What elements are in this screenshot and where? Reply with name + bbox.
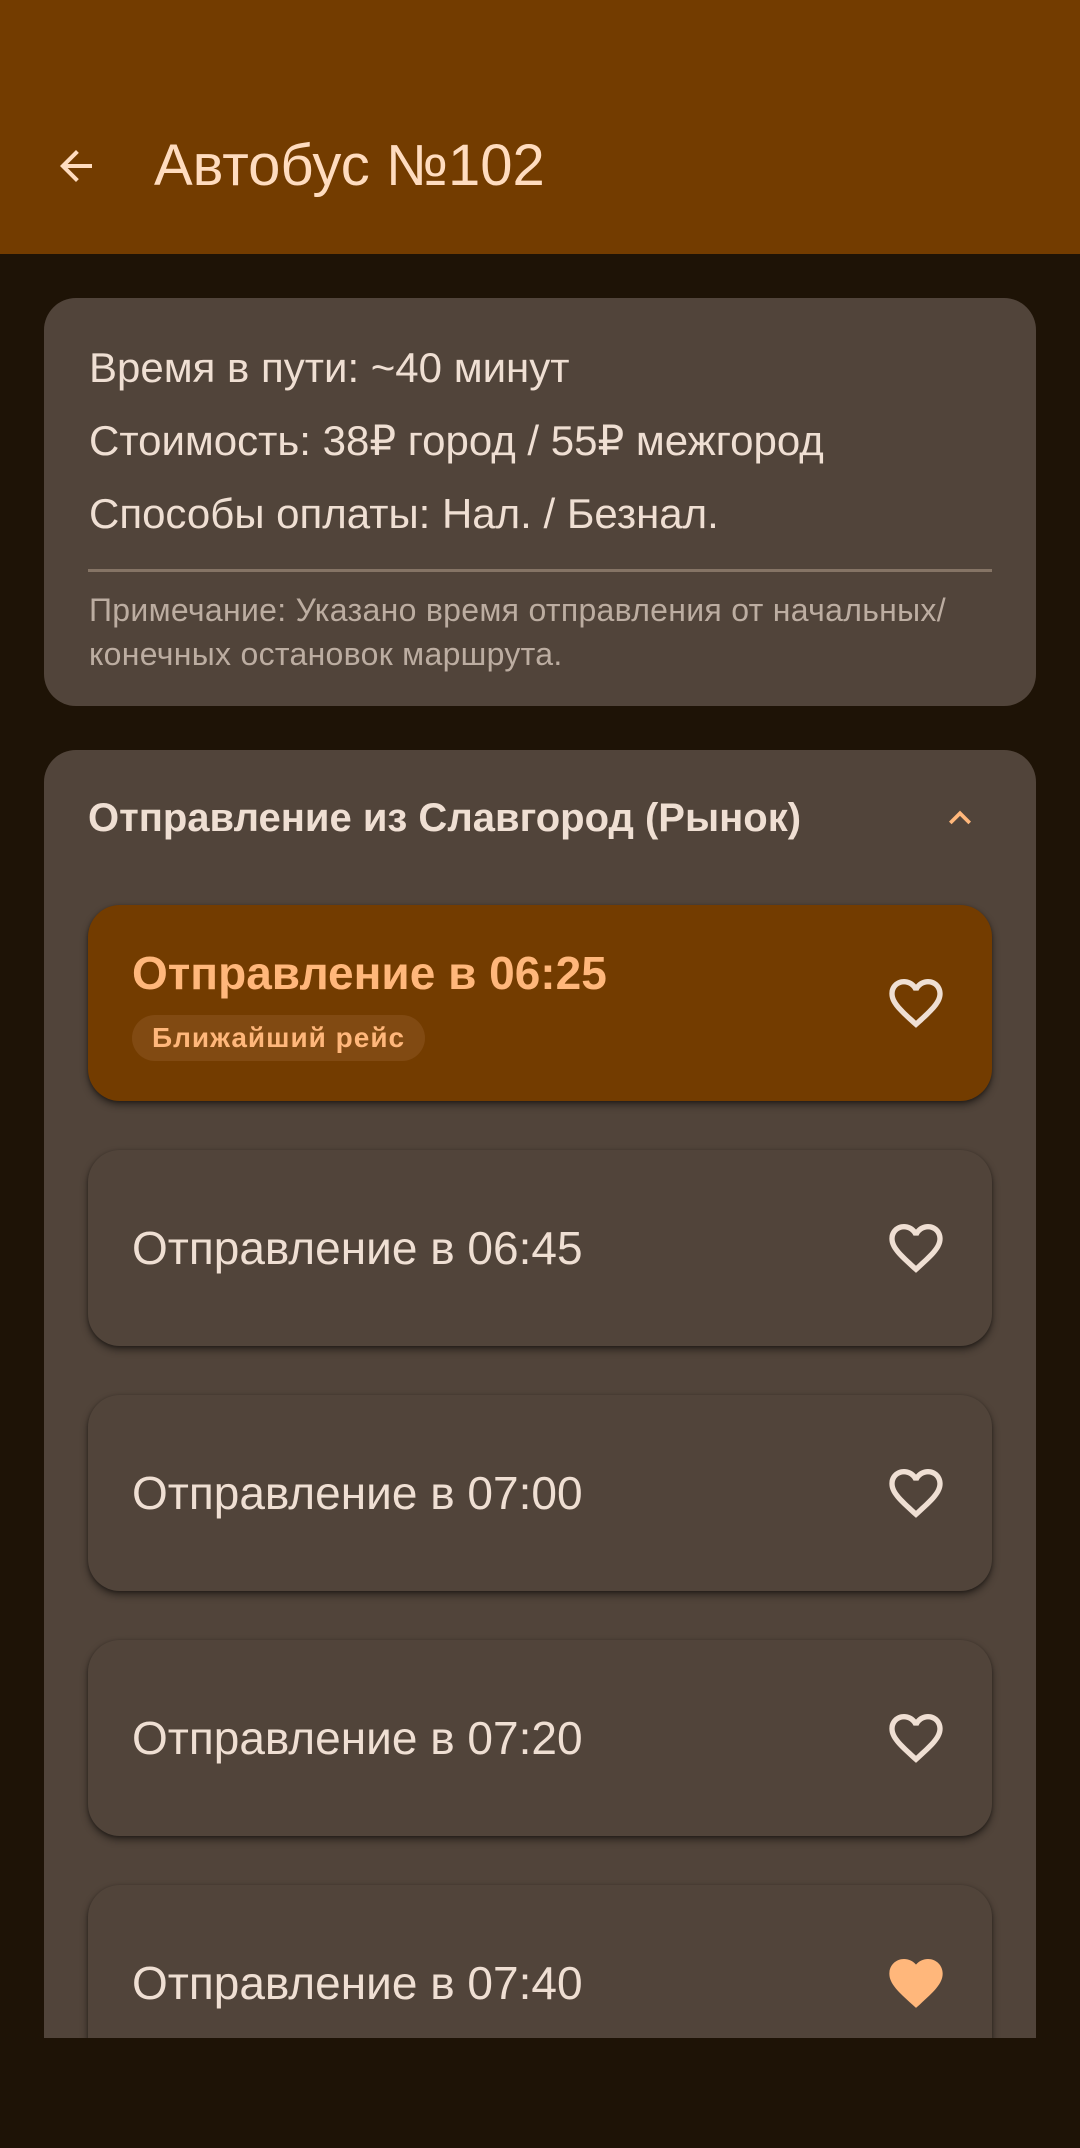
chevron-up-icon: [949, 810, 971, 825]
favorite-button[interactable]: [880, 1947, 952, 2019]
cost-text: Стоимость: 38₽ город / 55₽ межгород: [89, 417, 824, 464]
section-title: Отправление из Славгород (Рынок): [88, 796, 802, 840]
travel-time-text: Время в пути: ~40 минут: [89, 344, 570, 391]
trip-item[interactable]: Отправление в 07:40: [88, 1885, 992, 2038]
heart-outline-icon: [889, 979, 943, 1028]
page-title: Автобус №102: [154, 133, 545, 198]
info-divider: [88, 569, 992, 572]
departures-section: Отправление из Славгород (Рынок) Отправл…: [44, 750, 1036, 2038]
schedule-note: Примечание: Указано время отправления от…: [89, 592, 946, 672]
trip-time-label: Отправление в 06:25: [132, 947, 607, 999]
back-button[interactable]: [40, 130, 112, 202]
trip-item[interactable]: Отправление в 07:00: [88, 1395, 992, 1591]
favorite-button[interactable]: [880, 967, 952, 1039]
nearest-trip-badge: Ближайший рейс: [132, 1015, 426, 1061]
trip-item[interactable]: Отправление в 07:20: [88, 1640, 992, 1836]
trip-time-label: Отправление в 07:20: [132, 1712, 583, 1764]
trip-time-label: Отправление в 07:00: [132, 1467, 583, 1519]
collapse-button[interactable]: [932, 790, 988, 846]
heart-filled-icon: [889, 1959, 943, 2008]
heart-outline-icon: [889, 1469, 943, 1518]
arrow-left-icon: [60, 150, 92, 182]
trip-item-nearest[interactable]: Отправление в 06:25 Ближайший рейс: [88, 905, 992, 1101]
trip-item[interactable]: Отправление в 06:45: [88, 1150, 992, 1346]
heart-outline-icon: [889, 1224, 943, 1273]
trip-time-label: Отправление в 07:40: [132, 1957, 583, 2009]
payment-methods-text: Способы оплаты: Нал. / Безнал.: [89, 490, 719, 537]
route-info-card: Время в пути: ~40 минут Стоимость: 38₽ г…: [44, 298, 1036, 706]
favorite-button[interactable]: [880, 1457, 952, 1529]
favorite-button[interactable]: [880, 1212, 952, 1284]
trip-time-label: Отправление в 06:45: [132, 1222, 583, 1274]
favorite-button[interactable]: [880, 1702, 952, 1774]
heart-outline-icon: [889, 1714, 943, 1763]
top-app-bar: Автобус №102: [0, 0, 1080, 254]
